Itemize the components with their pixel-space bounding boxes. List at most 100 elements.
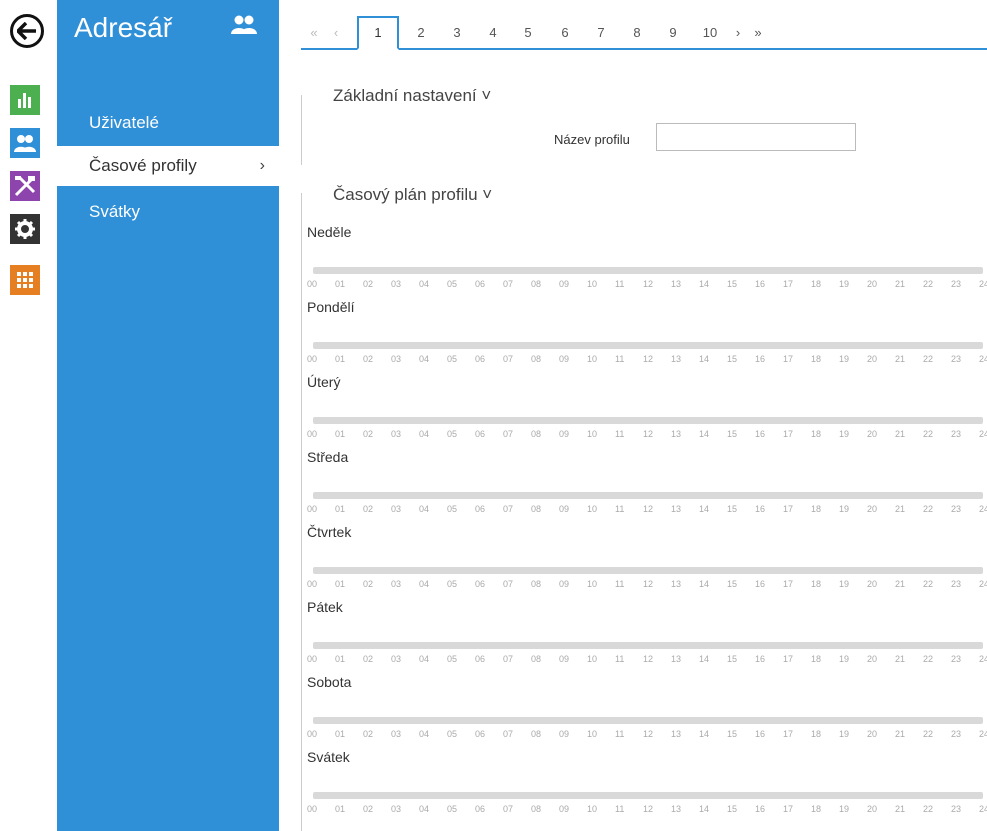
hour-tick-label: 13 (671, 429, 682, 439)
day-label: Pátek (307, 599, 343, 615)
hour-tick-label: 02 (363, 654, 374, 664)
hour-tick-label: 03 (391, 579, 402, 589)
hour-tick-label: 05 (447, 729, 458, 739)
sidebar-item-users[interactable]: Uživatelé (57, 103, 279, 143)
hour-tick-label: 14 (699, 729, 710, 739)
hour-tick-label: 17 (783, 354, 794, 364)
hour-tick-label: 05 (447, 504, 458, 514)
hour-tick-label: 17 (783, 654, 794, 664)
page-10-tab[interactable]: 10 (696, 18, 724, 48)
users-icon (229, 14, 259, 41)
hour-tick-label: 03 (391, 729, 402, 739)
settings-gear-icon[interactable] (10, 214, 40, 244)
hour-tick-label: 21 (895, 654, 906, 664)
services-tools-icon[interactable] (10, 171, 40, 201)
hour-tick-label: 00 (307, 354, 318, 364)
hour-tick-label: 22 (923, 729, 934, 739)
hour-tick-label: 15 (727, 729, 738, 739)
page-8-tab[interactable]: 8 (623, 18, 651, 48)
page-4-tab[interactable]: 4 (479, 18, 507, 48)
hour-tick-label: 15 (727, 504, 738, 514)
profile-name-input[interactable] (656, 123, 856, 151)
hour-tick-label: 24 (979, 504, 987, 514)
hour-tick-label: 23 (951, 654, 962, 664)
next-page-button[interactable]: › (729, 18, 747, 48)
day-timeline-bar[interactable] (313, 642, 983, 649)
hour-tick-label: 03 (391, 504, 402, 514)
page-3-tab[interactable]: 3 (443, 18, 471, 48)
hour-tick-label: 05 (447, 354, 458, 364)
hour-tick-label: 07 (503, 654, 514, 664)
day-timeline-bar[interactable] (313, 492, 983, 499)
profile-name-label: Název profilu (554, 132, 630, 147)
hour-tick-label: 14 (699, 279, 710, 289)
sidebar-item-holidays[interactable]: Svátky (57, 192, 279, 232)
hour-tick-label: 11 (615, 804, 625, 814)
prev-page-button[interactable]: ‹ (327, 18, 345, 48)
hour-tick-label: 08 (531, 504, 542, 514)
hour-tick-label: 04 (419, 354, 430, 364)
hour-tick-label: 16 (755, 729, 766, 739)
hour-tick-label: 04 (419, 654, 430, 664)
page-6-tab[interactable]: 6 (551, 18, 579, 48)
hour-tick-label: 08 (531, 354, 542, 364)
hour-tick-label: 02 (363, 429, 374, 439)
hour-tick-label: 19 (839, 729, 850, 739)
schedule-title[interactable]: Časový plán profilu ˅ (333, 185, 492, 205)
first-page-button[interactable]: « (305, 18, 323, 48)
hour-tick-label: 12 (643, 504, 654, 514)
directory-users-icon[interactable] (10, 128, 40, 158)
hour-tick-label: 13 (671, 654, 682, 664)
back-arrow-icon[interactable] (10, 14, 44, 48)
last-page-button[interactable]: » (749, 18, 767, 48)
hour-tick-label: 00 (307, 504, 318, 514)
page-7-tab[interactable]: 7 (587, 18, 615, 48)
hour-tick-label: 04 (419, 429, 430, 439)
day-timeline-bar[interactable] (313, 792, 983, 799)
page-1-tab[interactable]: 1 (357, 16, 399, 50)
page-9-tab[interactable]: 9 (659, 18, 687, 48)
hour-tick-label: 11 (615, 354, 625, 364)
hour-tick-label: 11 (615, 579, 625, 589)
page-5-tab[interactable]: 5 (514, 18, 542, 48)
hour-tick-label: 21 (895, 579, 906, 589)
hour-tick-label: 07 (503, 429, 514, 439)
hour-tick-label: 00 (307, 804, 318, 814)
section-bracket (301, 95, 302, 165)
hour-tick-label: 24 (979, 804, 987, 814)
hour-tick-label: 06 (475, 279, 486, 289)
hour-tick-label: 16 (755, 279, 766, 289)
day-timeline-bar[interactable] (313, 567, 983, 574)
day-label: Pondělí (307, 299, 355, 315)
hour-tick-label: 23 (951, 504, 962, 514)
hour-tick-label: 17 (783, 279, 794, 289)
sidebar-item-time-profiles[interactable]: Časové profily › (57, 146, 279, 186)
hour-tick-label: 11 (615, 729, 625, 739)
hour-tick-label: 04 (419, 579, 430, 589)
hour-tick-label: 22 (923, 279, 934, 289)
hour-tick-label: 18 (811, 354, 822, 364)
hour-tick-label: 15 (727, 354, 738, 364)
system-grid-icon[interactable] (10, 265, 40, 295)
hour-tick-label: 18 (811, 504, 822, 514)
hour-tick-label: 03 (391, 429, 402, 439)
hour-tick-label: 13 (671, 579, 682, 589)
hour-tick-label: 17 (783, 729, 794, 739)
hour-tick-label: 05 (447, 429, 458, 439)
hour-tick-label: 07 (503, 354, 514, 364)
hour-tick-label: 11 (615, 504, 625, 514)
day-timeline-bar[interactable] (313, 267, 983, 274)
hour-tick-label: 23 (951, 804, 962, 814)
day-timeline-bar[interactable] (313, 717, 983, 724)
basic-settings-title[interactable]: Základní nastavení ˅ (333, 86, 491, 106)
day-timeline-bar[interactable] (313, 342, 983, 349)
status-chart-icon[interactable] (10, 85, 40, 115)
hour-tick-label: 10 (587, 279, 598, 289)
page-2-tab[interactable]: 2 (407, 18, 435, 48)
hour-tick-label: 09 (559, 279, 570, 289)
hour-tick-label: 05 (447, 579, 458, 589)
day-timeline-bar[interactable] (313, 417, 983, 424)
hour-tick-label: 08 (531, 279, 542, 289)
hour-tick-label: 07 (503, 279, 514, 289)
hour-tick-label: 11 (615, 279, 625, 289)
